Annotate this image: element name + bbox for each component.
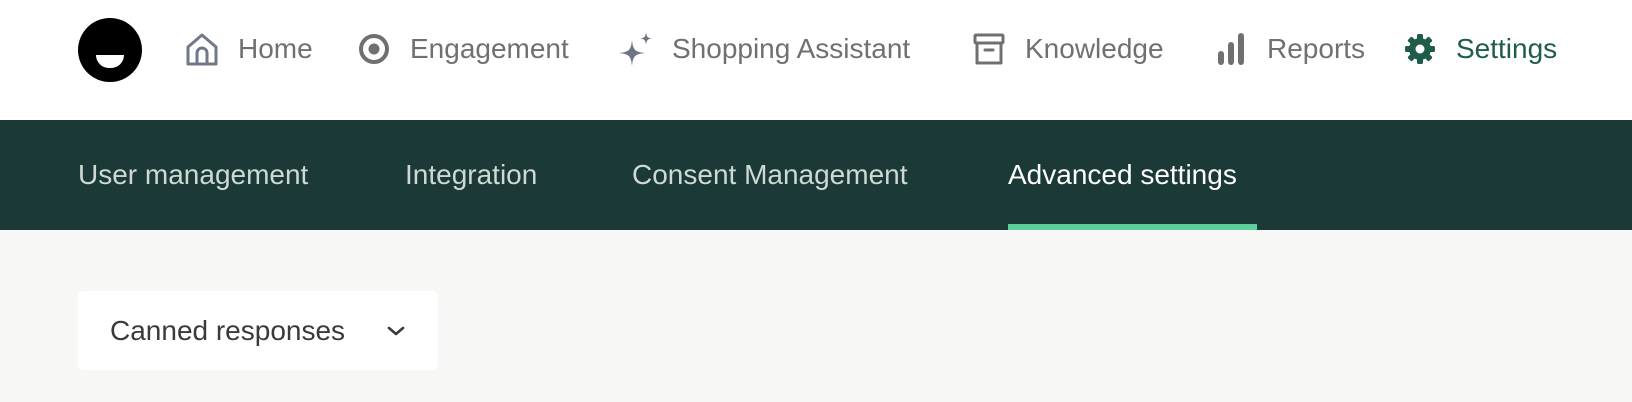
tab-label: Consent Management — [632, 159, 908, 190]
home-icon — [182, 29, 222, 69]
target-icon — [354, 29, 394, 69]
tab-consent-management[interactable]: Consent Management — [632, 120, 908, 230]
nav-item-knowledge[interactable]: Knowledge — [969, 26, 1164, 72]
tab-advanced-settings[interactable]: Advanced settings — [1008, 120, 1257, 230]
tab-integration[interactable]: Integration — [405, 120, 537, 230]
active-tab-indicator — [1008, 224, 1257, 230]
nav-item-label: Reports — [1267, 33, 1366, 64]
nav-item-shopping-assistant[interactable]: Shopping Assistant — [616, 26, 910, 72]
bar-chart-icon — [1211, 29, 1251, 69]
nav-item-label: Knowledge — [1025, 33, 1164, 64]
tab-label: User management — [78, 159, 309, 190]
tab-label: Integration — [405, 159, 538, 190]
tab-user-management[interactable]: User management — [78, 120, 308, 230]
nav-item-home[interactable]: Home — [182, 26, 313, 72]
section-dropdown[interactable]: Canned responses — [78, 291, 438, 370]
nav-item-settings[interactable]: Settings — [1400, 26, 1557, 72]
dropdown-selected-value: Canned responses — [110, 314, 346, 346]
logo[interactable] — [78, 18, 142, 82]
nav-item-label: Shopping Assistant — [672, 33, 911, 64]
top-navigation-bar: Home Engagement Shopping Assistant Knowl… — [0, 0, 1632, 120]
settings-subnav: User management Integration Consent Mana… — [0, 120, 1632, 230]
tab-label: Advanced settings — [1008, 159, 1237, 190]
nav-item-engagement[interactable]: Engagement — [354, 26, 569, 72]
logo-smile — [96, 55, 124, 68]
chevron-down-icon — [384, 319, 408, 343]
nav-item-label: Engagement — [410, 33, 569, 64]
nav-item-reports[interactable]: Reports — [1211, 26, 1365, 72]
nav-item-label: Home — [238, 33, 313, 64]
archive-box-icon — [969, 29, 1009, 69]
sparkle-icon — [616, 29, 656, 69]
nav-item-label: Settings — [1456, 33, 1558, 64]
gear-icon — [1400, 29, 1440, 69]
